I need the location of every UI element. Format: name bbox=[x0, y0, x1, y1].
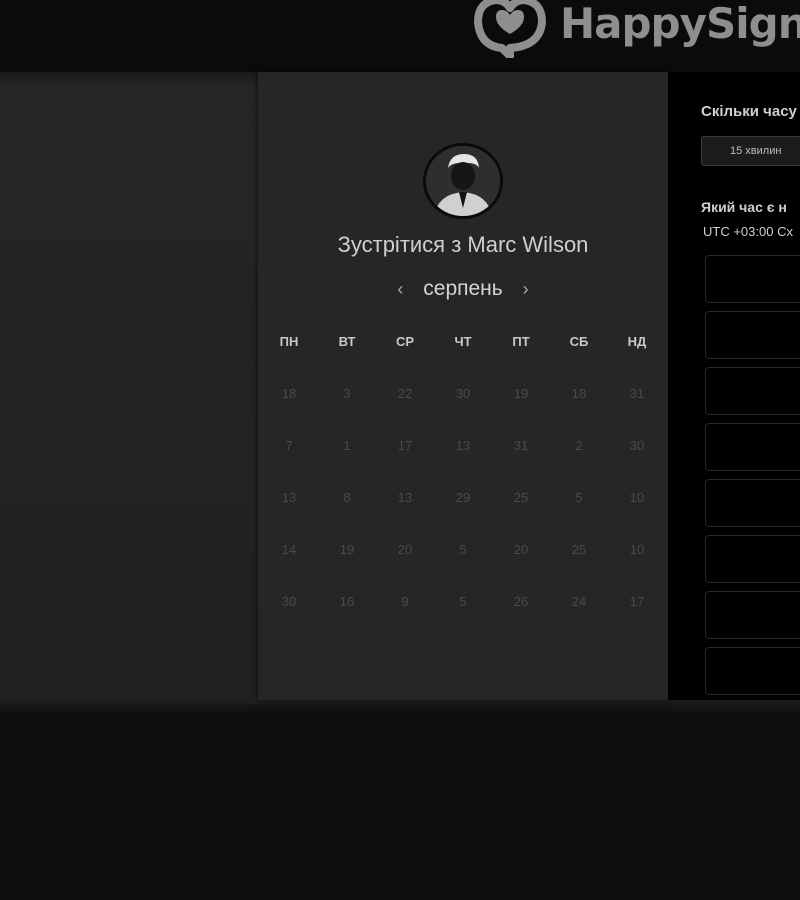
left-background-panel bbox=[0, 72, 258, 704]
calendar-day: 24 bbox=[571, 594, 587, 609]
calendar-day: 20 bbox=[397, 542, 413, 557]
avatar bbox=[423, 143, 503, 219]
calendar-day: 30 bbox=[281, 594, 297, 609]
calendar-day: 18 bbox=[571, 386, 587, 401]
time-slot[interactable] bbox=[705, 591, 800, 639]
calendar-day: 16 bbox=[339, 594, 355, 609]
calendar-day: 8 bbox=[343, 490, 351, 505]
weekday-label: НД bbox=[627, 334, 647, 349]
calendar-day: 19 bbox=[339, 542, 355, 557]
time-slot[interactable] bbox=[705, 479, 800, 527]
bottom-shadow bbox=[0, 700, 800, 714]
time-slot[interactable] bbox=[705, 367, 800, 415]
time-slot-list bbox=[705, 255, 800, 700]
time-slot[interactable] bbox=[705, 535, 800, 583]
calendar-day: 13 bbox=[397, 490, 413, 505]
time-slot[interactable] bbox=[705, 423, 800, 471]
calendar-day: 30 bbox=[455, 386, 471, 401]
weekday-label: ПН bbox=[279, 334, 299, 349]
weekday-label: ЧТ bbox=[454, 334, 472, 349]
weekday-label: СР bbox=[395, 334, 415, 349]
calendar-day: 9 bbox=[401, 594, 409, 609]
left-panel-shadow bbox=[0, 72, 258, 86]
heart-chat-icon bbox=[474, 0, 546, 58]
weekday-label: ВТ bbox=[338, 334, 356, 349]
prev-month-button[interactable]: ‹ bbox=[387, 279, 413, 300]
meeting-title: Зустрітися з Marc Wilson bbox=[337, 232, 589, 257]
month-label: серпень bbox=[423, 277, 503, 301]
calendar-day: 22 bbox=[397, 386, 413, 401]
happysign-logo[interactable]: HappySign bbox=[472, 0, 800, 58]
calendar-day: 7 bbox=[285, 438, 293, 453]
calendar-day: 5 bbox=[459, 594, 467, 609]
calendar-card: Зустрітися з Marc Wilson ‹ серпень › ПН … bbox=[258, 72, 668, 700]
calendar-day: 5 bbox=[459, 542, 467, 557]
calendar-day: 14 bbox=[281, 542, 297, 557]
calendar-day: 13 bbox=[455, 438, 471, 453]
duration-question: Скільки часу bbox=[701, 103, 797, 120]
calendar-day: 20 bbox=[513, 542, 529, 557]
weekday-header: ПН ВТ СР ЧТ ПТ СБ НД bbox=[260, 334, 666, 349]
weekday-label: ПТ bbox=[512, 334, 530, 349]
calendar-day: 5 bbox=[575, 490, 583, 505]
calendar-day: 25 bbox=[571, 542, 587, 557]
calendar-day: 29 bbox=[455, 490, 471, 505]
calendar-day: 13 bbox=[281, 490, 297, 505]
month-navigation: ‹ серпень › bbox=[258, 277, 668, 301]
calendar-day: 26 bbox=[513, 594, 529, 609]
calendar-day: 25 bbox=[513, 490, 529, 505]
calendar-day: 1 bbox=[343, 438, 351, 453]
timezone-label[interactable]: UTC +03:00 Cx bbox=[703, 224, 793, 239]
time-slot[interactable] bbox=[705, 255, 800, 303]
calendar-day: 18 bbox=[281, 386, 297, 401]
next-month-button[interactable]: › bbox=[513, 279, 539, 300]
calendar-day: 19 bbox=[513, 386, 529, 401]
calendar-day: 30 bbox=[629, 438, 645, 453]
booking-panel: Скільки часу 15 хвилин Який час є н UTC … bbox=[668, 72, 800, 700]
calendar-day: 17 bbox=[629, 594, 645, 609]
logo-text: HappySign bbox=[560, 0, 800, 48]
calendar-day: 2 bbox=[575, 438, 583, 453]
calendar-day: 10 bbox=[629, 490, 645, 505]
calendar-day: 31 bbox=[513, 438, 529, 453]
calendar-day: 3 bbox=[343, 386, 351, 401]
time-slot[interactable] bbox=[705, 647, 800, 695]
calendar-day: 17 bbox=[397, 438, 413, 453]
weekday-label: СБ bbox=[569, 334, 589, 349]
top-header: HappySign bbox=[0, 0, 800, 72]
duration-option-button[interactable]: 15 хвилин bbox=[701, 136, 800, 166]
calendar-days-grid: 18 3 22 30 19 18 31 7 1 17 13 31 2 30 13… bbox=[260, 385, 666, 645]
time-question: Який час є н bbox=[701, 199, 787, 215]
time-slot[interactable] bbox=[705, 311, 800, 359]
calendar-day: 31 bbox=[629, 386, 645, 401]
calendar-day: 10 bbox=[629, 542, 645, 557]
